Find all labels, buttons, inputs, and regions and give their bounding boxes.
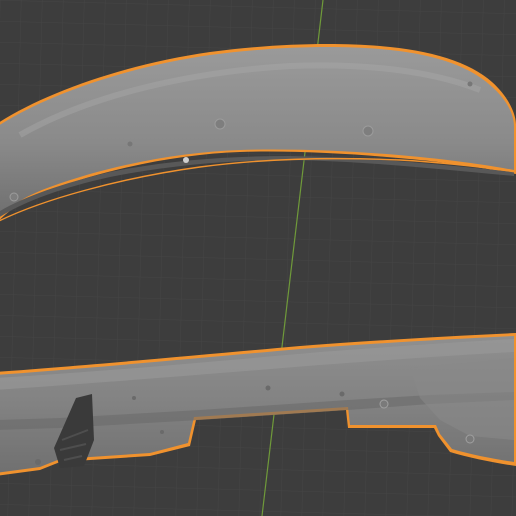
arch-dimple — [183, 157, 189, 163]
arch-dimple — [127, 141, 133, 147]
arch-dimple — [362, 125, 374, 137]
3d-viewport[interactable] — [0, 0, 516, 516]
bracket-hole — [132, 396, 136, 400]
bracket-hole — [465, 434, 475, 444]
arch-dimple — [467, 81, 473, 87]
bracket-hole — [339, 391, 345, 397]
bracket-hole — [379, 399, 389, 409]
arch-dimple — [214, 118, 226, 130]
bracket-hole — [35, 459, 41, 465]
bracket-hole — [160, 430, 164, 434]
bracket-hole — [265, 385, 271, 391]
arch-dimple — [9, 192, 19, 202]
viewport-canvas[interactable] — [0, 0, 516, 516]
